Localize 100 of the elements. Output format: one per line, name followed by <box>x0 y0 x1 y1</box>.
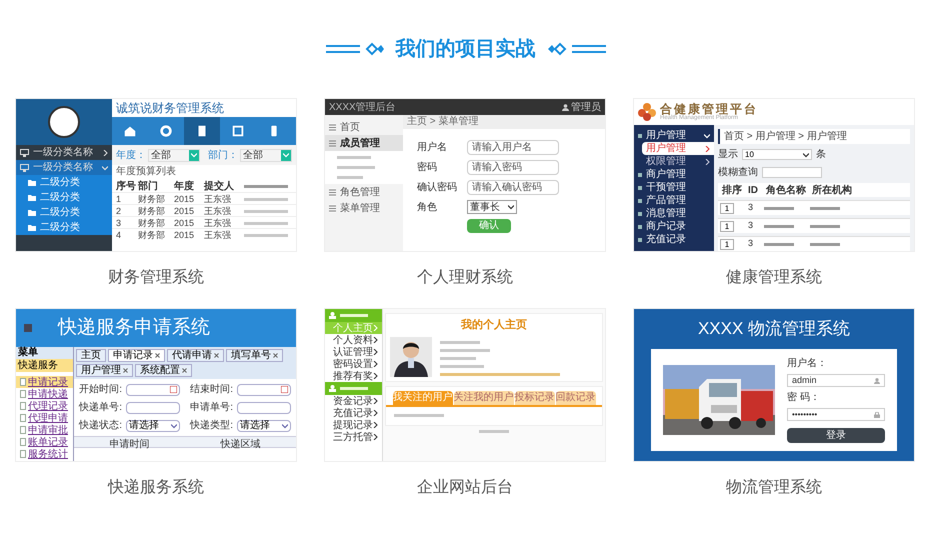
menu-link[interactable]: 申请审批 <box>16 424 73 436</box>
select-field[interactable]: 请选择 <box>237 420 291 432</box>
close-icon[interactable] <box>182 368 187 373</box>
bullet-icon <box>638 224 642 228</box>
submenu-item[interactable]: 二级分类 <box>16 220 112 235</box>
tab[interactable]: 填写单号 <box>226 349 283 362</box>
blurred-text <box>337 166 375 169</box>
app-screenshot[interactable]: XXXX 物流管理系统 用户名： admin 密 码： ••••••••• 登录 <box>633 308 915 462</box>
table-header-cell-text: 申请时间 <box>108 438 150 452</box>
field-label: 快递状态: <box>78 418 122 433</box>
blurred-text <box>440 340 480 344</box>
blurred-text <box>764 242 794 246</box>
project-caption: 个人理财系统 <box>417 268 513 288</box>
field-label: 密码 <box>417 160 438 174</box>
monitor-icon <box>20 164 29 172</box>
select-field[interactable]: 全部 <box>148 148 200 162</box>
table-header-cell-text: 部门 <box>138 179 159 194</box>
table-cell-text: 财务部 <box>138 205 166 218</box>
menu-item[interactable]: 菜单管理 <box>325 200 403 216</box>
input-field[interactable] <box>126 384 180 396</box>
submenu-item[interactable]: 二级分类 <box>16 205 112 220</box>
menu-item[interactable]: 商户记录 <box>634 220 714 233</box>
menu-item[interactable]: 推荐有奖 <box>325 370 382 382</box>
input-field[interactable]: 请输入用户名 <box>467 140 559 154</box>
password-field[interactable]: ••••••••• <box>787 408 885 421</box>
menu-link[interactable]: 账单记录 <box>16 436 73 448</box>
app-title: 快递服务申请系统 <box>58 316 210 340</box>
table-cell-text: 王东强 <box>204 229 232 242</box>
menu-item[interactable]: 角色管理 <box>325 184 403 200</box>
tab[interactable]: 申请记录 <box>108 349 165 362</box>
blurred-text <box>440 356 476 360</box>
menu-group[interactable]: 快递服务 <box>16 359 73 372</box>
search-field[interactable] <box>762 167 822 178</box>
menu-item[interactable]: 充值记录 <box>325 407 382 419</box>
user-name: 管理员 <box>571 100 601 114</box>
menu-item[interactable]: 充值记录 <box>634 233 714 246</box>
select-field[interactable]: 全部 <box>240 148 292 162</box>
menu-item[interactable]: 首页 <box>325 119 403 135</box>
menu-item[interactable]: 用户管理 <box>634 129 714 142</box>
menu-item[interactable]: 提现记录 <box>325 419 382 431</box>
select-field[interactable]: 10 <box>742 149 812 160</box>
menu-item[interactable]: 一级分类名称 <box>16 160 112 175</box>
group-icon <box>329 312 336 319</box>
tool-icon <box>231 124 245 138</box>
order-input[interactable]: 1 <box>720 220 734 232</box>
select-field[interactable]: 请选择 <box>126 420 180 432</box>
menu-item[interactable]: 商户管理 <box>634 168 714 181</box>
page-title: 我的个人主页 <box>461 318 527 333</box>
submenu-item[interactable]: 用户管理 <box>642 142 714 155</box>
toolbar-button[interactable] <box>184 117 220 145</box>
login-button[interactable]: 登录 <box>787 428 885 443</box>
list-icon <box>329 140 336 146</box>
table-header-cell-text: 排序 <box>720 183 743 198</box>
tab[interactable]: 主页 <box>76 349 106 362</box>
input-field[interactable]: 请输入密码 <box>467 160 559 174</box>
group-header[interactable] <box>325 309 382 322</box>
menu-item[interactable]: 消息管理 <box>634 207 714 220</box>
app-screenshot[interactable]: 快递服务申请系统 菜单 快递服务 申请记录 申请快递 代理记录 代理申请 申请审批 账单记录 服务统计 主页 申请记录 代请申请 填写单号 用户管理 系统配置 开始时间: 结束时间: 快递单号: 申请单号: 快递状态: 请选择 快递类型: 请选择 申请时间 快递区域 <box>15 308 297 462</box>
table-cell-text: 财务部 <box>138 217 166 230</box>
close-icon[interactable] <box>155 353 160 358</box>
tab[interactable]: 用户管理 <box>76 364 133 377</box>
close-icon[interactable] <box>273 353 278 358</box>
close-icon[interactable] <box>123 368 128 373</box>
order-input[interactable]: 1 <box>720 238 734 250</box>
app-icon <box>24 324 32 332</box>
submenu-item[interactable]: 二级分类 <box>16 175 112 190</box>
avatar-icon <box>48 106 80 138</box>
menu-item[interactable]: 成员管理 <box>325 135 403 151</box>
app-screenshot[interactable]: 一级分类名称 一级分类名称 二级分类 二级分类 二级分类 二级分类 诚筑说财务管理系统 年度： 全部 部门： 全部 年度预算列表 序号 部门 年度 提交人 1 财务部 2015 王东强 2 财务部 2015 王东强 3 财务部 2015 王东强 4 财务部 2015 王东强 <box>15 98 297 252</box>
menu-item[interactable]: 干预管理 <box>634 181 714 194</box>
menu-item[interactable]: 个人资料 <box>325 334 382 346</box>
menu-item[interactable]: 认证管理 <box>325 346 382 358</box>
menu-item[interactable]: 产品管理 <box>634 194 714 207</box>
username-field[interactable]: admin <box>787 374 885 387</box>
menu-item[interactable]: 资金记录 <box>325 395 382 407</box>
input-field[interactable]: 请输入确认密码 <box>467 180 559 194</box>
submenu-item[interactable]: 权限管理 <box>642 155 714 168</box>
submenu-item[interactable]: 二级分类 <box>16 190 112 205</box>
app-screenshot[interactable]: XXXX管理后台 管理员 首页 成员管理 角色管理 菜单管理 主页 > 菜单管理 用户名 请输入用户名 密码 请输入密码 确认密码 请输入确认密码 角色 董事长 确认 <box>324 98 606 252</box>
input-field[interactable] <box>237 402 291 414</box>
menu-link[interactable]: 申请快递 <box>16 388 73 400</box>
menu-link[interactable]: 申请记录 <box>16 376 73 388</box>
input-field[interactable] <box>126 402 180 414</box>
table-cell-text: 财务部 <box>138 229 166 242</box>
menu-link[interactable]: 服务统计 <box>16 448 73 460</box>
tab[interactable]: 代请申请 <box>167 349 224 362</box>
menu-item[interactable]: 密码设置 <box>325 358 382 370</box>
group-header[interactable] <box>325 382 382 395</box>
select-field[interactable]: 董事长 <box>467 200 517 214</box>
project-caption: 企业网站后台 <box>417 478 513 498</box>
menu-item[interactable]: 三方托管 <box>325 431 382 443</box>
order-input[interactable]: 1 <box>720 202 734 214</box>
input-field[interactable] <box>237 384 291 396</box>
bullet-icon <box>638 134 642 138</box>
close-icon[interactable] <box>214 353 219 358</box>
caret-icon <box>171 422 177 428</box>
menu-link[interactable]: 代理申请 <box>16 412 73 424</box>
tab[interactable]: 系统配置 <box>135 364 192 377</box>
menu-link[interactable]: 代理记录 <box>16 400 73 412</box>
bullet-icon <box>638 238 642 242</box>
